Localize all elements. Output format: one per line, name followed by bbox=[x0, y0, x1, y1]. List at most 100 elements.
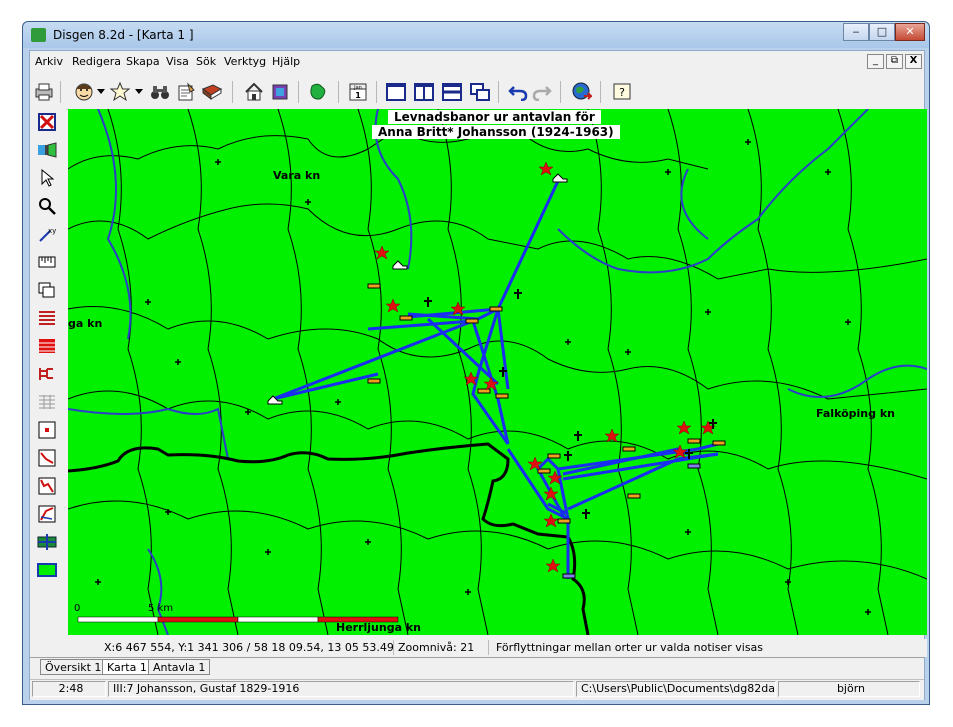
status-divider bbox=[488, 640, 489, 655]
map-status-bar: X:6 467 554, Y:1 341 306 / 58 18 09.54, … bbox=[68, 639, 927, 657]
menu-sok[interactable]: Sök bbox=[196, 55, 216, 68]
svg-text:1: 1 bbox=[355, 91, 361, 100]
layout-cascade-icon[interactable] bbox=[468, 80, 492, 104]
undo-icon[interactable] bbox=[506, 80, 530, 104]
redo-icon[interactable] bbox=[530, 80, 554, 104]
mdi-restore-button[interactable]: ⧉ bbox=[886, 54, 903, 69]
map-title-line1: Levnadsbanor ur antavlan för bbox=[388, 110, 601, 124]
main-toolbar: Jan 1 ? bbox=[30, 75, 924, 110]
mdi-minimize-button[interactable]: _ bbox=[867, 54, 884, 69]
tab-antavla[interactable]: Antavla 1 bbox=[148, 659, 211, 675]
menu-verktyg[interactable]: Verktyg bbox=[224, 55, 266, 68]
map-layers-icon[interactable] bbox=[36, 139, 58, 161]
toolbar-separator bbox=[498, 81, 499, 103]
edit-notes-icon[interactable] bbox=[174, 80, 198, 104]
map-tools-toolbar: xy bbox=[30, 109, 66, 635]
list-icon[interactable] bbox=[36, 307, 58, 329]
person-icon[interactable] bbox=[72, 80, 96, 104]
district-boundaries bbox=[68, 109, 927, 635]
time-display: 2:48 bbox=[32, 681, 106, 697]
current-person: III:7 Johansson, Gustaf 1829-1916 bbox=[108, 681, 574, 697]
toolbar-separator bbox=[60, 81, 61, 103]
close-button[interactable]: ✕ bbox=[895, 23, 925, 41]
toolbar-separator bbox=[560, 81, 561, 103]
minimize-button[interactable]: ‒ bbox=[843, 23, 869, 41]
window-title: Disgen 8.2d - [Karta 1 ] bbox=[53, 28, 194, 42]
menu-hjalp[interactable]: Hjälp bbox=[272, 55, 300, 68]
ruler-icon[interactable] bbox=[36, 251, 58, 273]
copy-map-icon[interactable] bbox=[36, 279, 58, 301]
multi-route-icon[interactable] bbox=[36, 475, 58, 497]
event-stars bbox=[374, 161, 716, 573]
person-list-icon[interactable] bbox=[36, 335, 58, 357]
menu-arkiv[interactable]: Arkiv bbox=[35, 55, 63, 68]
map-title-line2: Anna Britt* Johansson (1924-1963) bbox=[372, 125, 620, 139]
scale-start-label: 0 bbox=[74, 603, 81, 614]
map-color-icon[interactable] bbox=[36, 559, 58, 581]
route-icon[interactable] bbox=[36, 447, 58, 469]
single-point-icon[interactable] bbox=[36, 419, 58, 441]
menu-bar: Arkiv Redigera Skapa Visa Sök Verktyg Hj… bbox=[30, 51, 924, 73]
tree-icon[interactable] bbox=[36, 363, 58, 385]
user-name: björn bbox=[778, 681, 920, 697]
close-map-icon[interactable] bbox=[36, 111, 58, 133]
zoom-level: Zoomnivå: 21 bbox=[398, 641, 475, 654]
disgen-app-icon bbox=[31, 28, 46, 42]
toolbar-separator bbox=[298, 81, 299, 103]
toolbar-separator bbox=[338, 81, 339, 103]
place-label-partial: ga kn bbox=[68, 317, 103, 330]
layout-single-icon[interactable] bbox=[384, 80, 408, 104]
star-dropdown-icon[interactable] bbox=[134, 80, 144, 104]
family-book-icon[interactable] bbox=[268, 80, 292, 104]
coordinate-pick-icon[interactable]: xy bbox=[36, 223, 58, 245]
zoom-icon[interactable] bbox=[36, 195, 58, 217]
scale-label: 5 km bbox=[148, 603, 174, 614]
place-label-vara: Vara kn bbox=[273, 169, 321, 182]
client-area: Arkiv Redigera Skapa Visa Sök Verktyg Hj… bbox=[29, 50, 927, 700]
calendar-icon[interactable]: Jan 1 bbox=[346, 80, 370, 104]
home-icon[interactable] bbox=[242, 80, 266, 104]
status-message: Förflyttningar mellan orter ur valda not… bbox=[496, 641, 764, 654]
map-drawing bbox=[68, 109, 927, 635]
mdi-close-button[interactable]: X bbox=[905, 54, 922, 69]
star-person-icon[interactable] bbox=[108, 80, 132, 104]
coordinate-readout: X:6 467 554, Y:1 341 306 / 58 18 09.54, … bbox=[104, 641, 394, 654]
map-fit-icon[interactable] bbox=[36, 531, 58, 553]
svg-text:?: ? bbox=[619, 86, 625, 99]
place-label-herrljunga: Herrljunga kn bbox=[336, 621, 421, 634]
grid-icon[interactable] bbox=[36, 391, 58, 413]
menu-skapa[interactable]: Skapa bbox=[126, 55, 160, 68]
pointer-icon[interactable] bbox=[36, 167, 58, 189]
municipal-boundaries bbox=[68, 109, 927, 635]
church-markers bbox=[95, 139, 871, 615]
book-icon[interactable] bbox=[200, 80, 224, 104]
toolbar-separator bbox=[376, 81, 377, 103]
maximize-button[interactable]: □ bbox=[869, 23, 895, 41]
status-divider bbox=[393, 640, 394, 655]
data-path: C:\Users\Public\Documents\dg82data_kk bbox=[576, 681, 776, 697]
title-bar[interactable]: Disgen 8.2d - [Karta 1 ] ‒ □ ✕ bbox=[23, 22, 929, 48]
layout-vertical-icon[interactable] bbox=[412, 80, 436, 104]
layout-horizontal-icon[interactable] bbox=[440, 80, 464, 104]
app-window: Disgen 8.2d - [Karta 1 ] ‒ □ ✕ Arkiv Red… bbox=[22, 21, 930, 705]
map-canvas[interactable]: Levnadsbanor ur antavlan för Anna Britt*… bbox=[68, 109, 927, 635]
person-dropdown-icon[interactable] bbox=[96, 80, 106, 104]
internet-globe-icon[interactable] bbox=[570, 80, 594, 104]
place-label-falkoping: Falköping kn bbox=[816, 407, 895, 420]
map-icon[interactable] bbox=[306, 80, 330, 104]
document-tabs: Översikt 1 Karta 1 Antavla 1 bbox=[30, 657, 924, 678]
help-icon[interactable]: ? bbox=[610, 80, 634, 104]
migration-icon[interactable] bbox=[36, 503, 58, 525]
tab-karta[interactable]: Karta 1 bbox=[102, 659, 152, 675]
toolbar-separator bbox=[232, 81, 233, 103]
tab-oversikt[interactable]: Översikt 1 bbox=[40, 659, 107, 675]
binoculars-icon[interactable] bbox=[148, 80, 172, 104]
menu-visa[interactable]: Visa bbox=[166, 55, 189, 68]
menu-redigera[interactable]: Redigera bbox=[72, 55, 121, 68]
svg-text:xy: xy bbox=[48, 227, 56, 235]
print-icon[interactable] bbox=[32, 80, 56, 104]
app-status-bar: 2:48 III:7 Johansson, Gustaf 1829-1916 C… bbox=[30, 679, 924, 700]
residence-markers bbox=[267, 173, 726, 579]
county-border bbox=[68, 442, 590, 635]
toolbar-separator bbox=[600, 81, 601, 103]
